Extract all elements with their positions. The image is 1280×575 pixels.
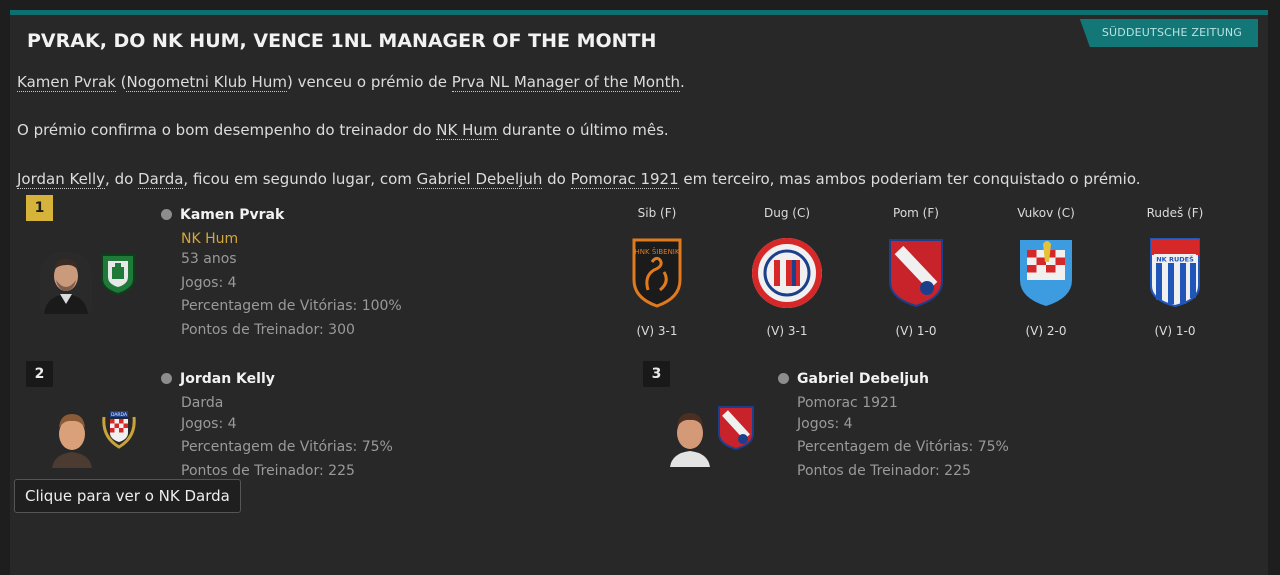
games-count: Jogos: 4 <box>181 275 237 291</box>
match-label: Vukov (C) <box>1017 206 1075 220</box>
link-manager-debeljuh[interactable]: Gabriel Debeljuh <box>416 170 543 189</box>
avatar-pvrak-icon <box>40 252 92 314</box>
match-label: Pom (F) <box>893 206 939 220</box>
sibenik-crest-icon[interactable]: HNK ŠIBENIK <box>630 236 684 312</box>
games-count: Jogos: 4 <box>797 416 853 432</box>
games-count: Jogos: 4 <box>181 416 237 432</box>
club-crest-nk-hum-icon[interactable] <box>100 253 136 299</box>
match-result: (V) 3-1 <box>766 324 808 338</box>
source-tag: SÜDDEUTSCHE ZEITUNG <box>1079 19 1258 47</box>
manager-name-pvrak[interactable]: Kamen Pvrak <box>161 207 284 223</box>
match-result: (V) 1-0 <box>895 324 937 338</box>
link-club-darda[interactable]: Darda <box>138 170 184 189</box>
link-club-pomorac[interactable]: Pomorac 1921 <box>570 170 679 189</box>
vukovar-crest-icon[interactable] <box>1017 236 1075 312</box>
match-label: Rudeš (F) <box>1146 206 1204 220</box>
manager-points: Pontos de Treinador: 225 <box>797 463 971 479</box>
manager-points: Pontos de Treinador: 225 <box>181 463 355 479</box>
match-label: Sib (F) <box>637 206 677 220</box>
person-icon <box>778 373 789 384</box>
dugopolje-crest-icon[interactable] <box>750 236 824 314</box>
manager-age: 53 anos <box>181 251 237 267</box>
club-name-darda[interactable]: Darda <box>181 395 223 411</box>
match-result: (V) 1-0 <box>1154 324 1196 338</box>
link-club-nk-hum-2[interactable]: NK Hum <box>436 121 498 140</box>
avatar-kelly-icon <box>46 406 98 468</box>
rank-badge-2: 2 <box>26 361 53 387</box>
rudes-crest-icon[interactable]: NK RUDEŠ <box>1148 236 1202 312</box>
match-result: (V) 2-0 <box>1025 324 1067 338</box>
pomorac-crest-icon[interactable] <box>887 236 945 312</box>
link-award[interactable]: Prva NL Manager of the Month <box>451 73 680 92</box>
tooltip-darda: Clique para ver o NK Darda <box>14 479 241 513</box>
svg-text:NK RUDEŠ: NK RUDEŠ <box>1156 255 1194 264</box>
link-manager-kelly[interactable]: Jordan Kelly <box>17 170 106 189</box>
rank-badge-3: 3 <box>643 361 670 387</box>
club-name-pomorac[interactable]: Pomorac 1921 <box>797 395 898 411</box>
rank-badge-1: 1 <box>26 195 53 221</box>
link-club-nk-hum[interactable]: Nogometni Klub Hum <box>126 73 287 92</box>
headline: PVRAK, DO NK HUM, VENCE 1NL MANAGER OF T… <box>27 30 657 52</box>
link-manager-pvrak[interactable]: Kamen Pvrak <box>17 73 116 92</box>
win-percentage: Percentagem de Vitórias: 75% <box>797 439 1009 455</box>
manager-photo-debeljuh[interactable] <box>664 405 716 467</box>
svg-text:HNK ŠIBENIK: HNK ŠIBENIK <box>635 247 680 256</box>
manager-photo-kelly[interactable] <box>46 406 98 468</box>
win-percentage: Percentagem de Vitórias: 75% <box>181 439 393 455</box>
paragraph-award: Kamen Pvrak (Nogometni Klub Hum) venceu … <box>17 73 685 92</box>
club-name-nk-hum[interactable]: NK Hum <box>181 231 238 247</box>
manager-photo-pvrak[interactable] <box>40 252 92 314</box>
person-icon <box>161 373 172 384</box>
svg-text:DARDA: DARDA <box>111 412 128 418</box>
manager-name-debeljuh[interactable]: Gabriel Debeljuh <box>778 371 929 387</box>
avatar-debeljuh-icon <box>664 405 716 467</box>
manager-points: Pontos de Treinador: 300 <box>181 322 355 338</box>
club-crest-darda-icon[interactable]: DARDA <box>100 407 138 453</box>
match-label: Dug (C) <box>763 206 811 220</box>
paragraph-runners-up: Jordan Kelly, do Darda, ficou em segundo… <box>17 170 1141 189</box>
paragraph-performance: O prémio confirma o bom desempenho do tr… <box>17 121 669 140</box>
club-crest-pomorac-icon[interactable] <box>717 404 755 454</box>
match-result: (V) 3-1 <box>636 324 678 338</box>
manager-name-kelly[interactable]: Jordan Kelly <box>161 371 275 387</box>
win-percentage: Percentagem de Vitórias: 100% <box>181 298 402 314</box>
person-icon <box>161 209 172 220</box>
